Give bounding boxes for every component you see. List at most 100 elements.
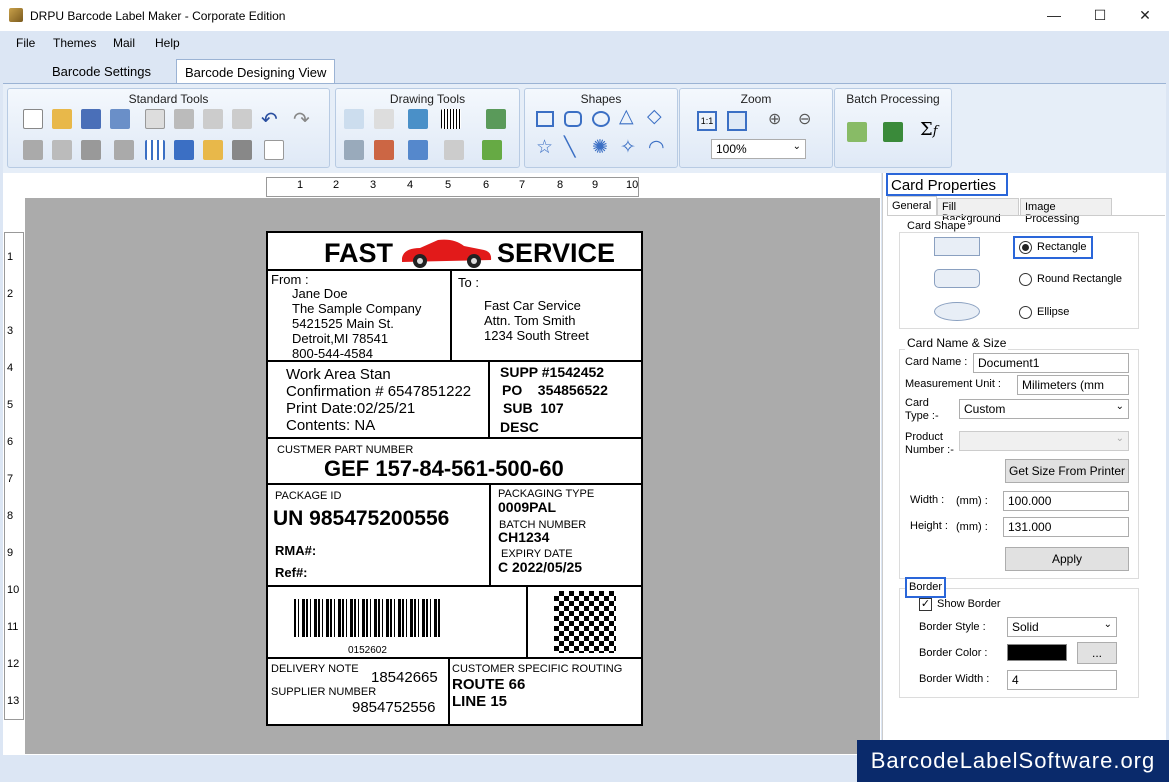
from-line: The Sample Company xyxy=(292,301,422,316)
redo-icon[interactable]: ↷ xyxy=(293,107,310,132)
print-icon[interactable] xyxy=(232,140,252,160)
width-input[interactable]: 100.000 xyxy=(1003,491,1129,511)
menu-bar: File Themes Mail Help xyxy=(0,31,1169,55)
barcode-tool-icon[interactable] xyxy=(441,109,461,129)
excel-import-icon[interactable] xyxy=(883,122,903,142)
get-size-from-printer-button[interactable]: Get Size From Printer xyxy=(1005,459,1129,483)
new-icon[interactable] xyxy=(23,109,43,129)
rectangle-option[interactable]: Rectangle xyxy=(1037,241,1087,253)
zoom-out-icon[interactable]: ⊖ xyxy=(798,109,811,129)
close-button[interactable]: ✕ xyxy=(1122,0,1168,31)
height-unit-label: (mm) : xyxy=(956,521,988,533)
tab-general[interactable]: General xyxy=(887,196,937,216)
diamond-shape-icon[interactable]: ◇ xyxy=(647,105,662,128)
delete-icon[interactable] xyxy=(232,109,252,129)
text-tool-icon[interactable] xyxy=(344,109,364,129)
arc-shape-icon[interactable]: ◠ xyxy=(648,136,665,159)
unlock-icon[interactable] xyxy=(114,140,134,160)
card-type-select[interactable]: Custom ⌄ xyxy=(959,399,1129,419)
height-input[interactable]: 131.000 xyxy=(1003,517,1129,537)
round-rectangle-option[interactable]: Round Rectangle xyxy=(1037,273,1122,285)
vertical-ruler: 1 2 3 4 5 6 7 8 9 10 11 12 13 xyxy=(4,232,24,720)
library-icon[interactable] xyxy=(374,140,394,160)
card-name-input[interactable]: Document1 xyxy=(973,353,1129,373)
show-border-label: Show Border xyxy=(937,598,1001,610)
view-tabs: Barcode Settings Barcode Designing View xyxy=(0,55,1169,83)
ruler-number: 2 xyxy=(333,179,340,191)
width-unit-label: (mm) : xyxy=(956,495,988,507)
card-name-size-label: Card Name & Size xyxy=(905,336,1009,350)
lock-icon[interactable] xyxy=(81,140,101,160)
card-type-value: Custom xyxy=(964,402,1006,416)
triangle-shape-icon[interactable]: △ xyxy=(619,105,634,128)
round-rectangle-shape-icon[interactable] xyxy=(564,111,582,127)
border-width-input[interactable]: 4 xyxy=(1007,670,1117,690)
product-number-select[interactable]: ⌄ xyxy=(959,431,1129,451)
symbol-icon[interactable] xyxy=(344,140,364,160)
send-back-icon[interactable] xyxy=(23,140,43,160)
border-color-browse-button[interactable]: ... xyxy=(1077,642,1117,664)
divider xyxy=(268,437,641,439)
divider xyxy=(489,485,491,586)
mail-icon[interactable] xyxy=(203,140,223,160)
zoom-select[interactable]: 100% ⌄ xyxy=(711,139,806,159)
picture-icon[interactable] xyxy=(486,109,506,129)
paste-icon[interactable] xyxy=(174,109,194,129)
save-icon[interactable] xyxy=(81,109,101,129)
ruler-number: 12 xyxy=(7,658,20,670)
open-icon[interactable] xyxy=(52,109,72,129)
template-icon[interactable] xyxy=(174,140,194,160)
measurement-unit-label: Measurement Unit : xyxy=(905,378,1001,390)
ruler-number: 6 xyxy=(7,436,14,448)
show-border-checkbox[interactable]: ✓ xyxy=(919,598,932,611)
menu-mail[interactable]: Mail xyxy=(113,36,135,50)
round-rectangle-radio[interactable] xyxy=(1019,273,1032,286)
copy-icon[interactable] xyxy=(145,109,165,129)
chevron-down-icon: ⌄ xyxy=(1115,433,1124,444)
star-shape-icon[interactable]: ☆ xyxy=(536,136,553,159)
menu-help[interactable]: Help xyxy=(155,36,180,50)
to-line: Fast Car Service xyxy=(484,298,581,313)
group-shapes: Shapes △ ◇ ☆ ╲ ✺ ✧ ◠ xyxy=(524,88,678,168)
label-card[interactable]: FAST SERVICE From : Jane Doe The Sample … xyxy=(266,231,643,726)
from-line: Jane Doe xyxy=(292,286,348,301)
zoom-fit-icon[interactable] xyxy=(727,111,747,131)
zoom-in-icon[interactable]: ⊕ xyxy=(768,109,781,129)
ellipse-radio[interactable] xyxy=(1019,306,1032,319)
tab-fill-background[interactable]: Fill Background xyxy=(937,198,1019,225)
ref-label: Ref#: xyxy=(275,565,308,580)
grid-icon[interactable] xyxy=(145,140,165,160)
line-shape-icon[interactable]: ╲ xyxy=(564,136,575,159)
cut-icon[interactable] xyxy=(203,109,223,129)
border-style-select[interactable]: Solid ⌄ xyxy=(1007,617,1117,637)
tab-barcode-designing-view[interactable]: Barcode Designing View xyxy=(176,59,336,83)
measurement-unit-select[interactable]: Milimeters (mm xyxy=(1017,375,1129,395)
tab-image-processing[interactable]: Image Processing xyxy=(1020,198,1112,225)
menu-file[interactable]: File xyxy=(16,36,35,50)
rectangle-shape-icon[interactable] xyxy=(536,111,554,127)
tab-barcode-settings[interactable]: Barcode Settings xyxy=(44,59,159,83)
export-icon[interactable] xyxy=(264,140,284,160)
burst-shape-icon[interactable]: ✺ xyxy=(592,136,608,159)
pen-tool-icon[interactable] xyxy=(374,109,394,129)
ellipse-option[interactable]: Ellipse xyxy=(1037,306,1069,318)
card-properties-panel: Card Properties General Fill Background … xyxy=(882,173,1166,755)
four-point-star-icon[interactable]: ✧ xyxy=(620,136,636,159)
image-menu-icon[interactable] xyxy=(482,140,502,160)
undo-icon[interactable]: ↶ xyxy=(261,107,278,132)
border-color-swatch[interactable] xyxy=(1007,644,1067,661)
apply-button[interactable]: Apply xyxy=(1005,547,1129,571)
ellipse-shape-icon[interactable] xyxy=(592,111,610,127)
batch-edit-icon[interactable] xyxy=(847,122,867,142)
minimize-button[interactable]: — xyxy=(1031,0,1077,31)
zoom-actual-icon[interactable]: 1:1 xyxy=(697,111,717,131)
image-tool-icon[interactable] xyxy=(408,109,428,129)
rectangle-radio[interactable] xyxy=(1019,241,1032,254)
menu-themes[interactable]: Themes xyxy=(53,36,96,50)
formula-icon[interactable]: Σf xyxy=(920,119,938,140)
select-icon[interactable] xyxy=(444,140,464,160)
watermark-icon[interactable] xyxy=(408,140,428,160)
maximize-button[interactable]: ☐ xyxy=(1077,0,1123,31)
bring-front-icon[interactable] xyxy=(52,140,72,160)
save-as-icon[interactable] xyxy=(110,109,130,129)
